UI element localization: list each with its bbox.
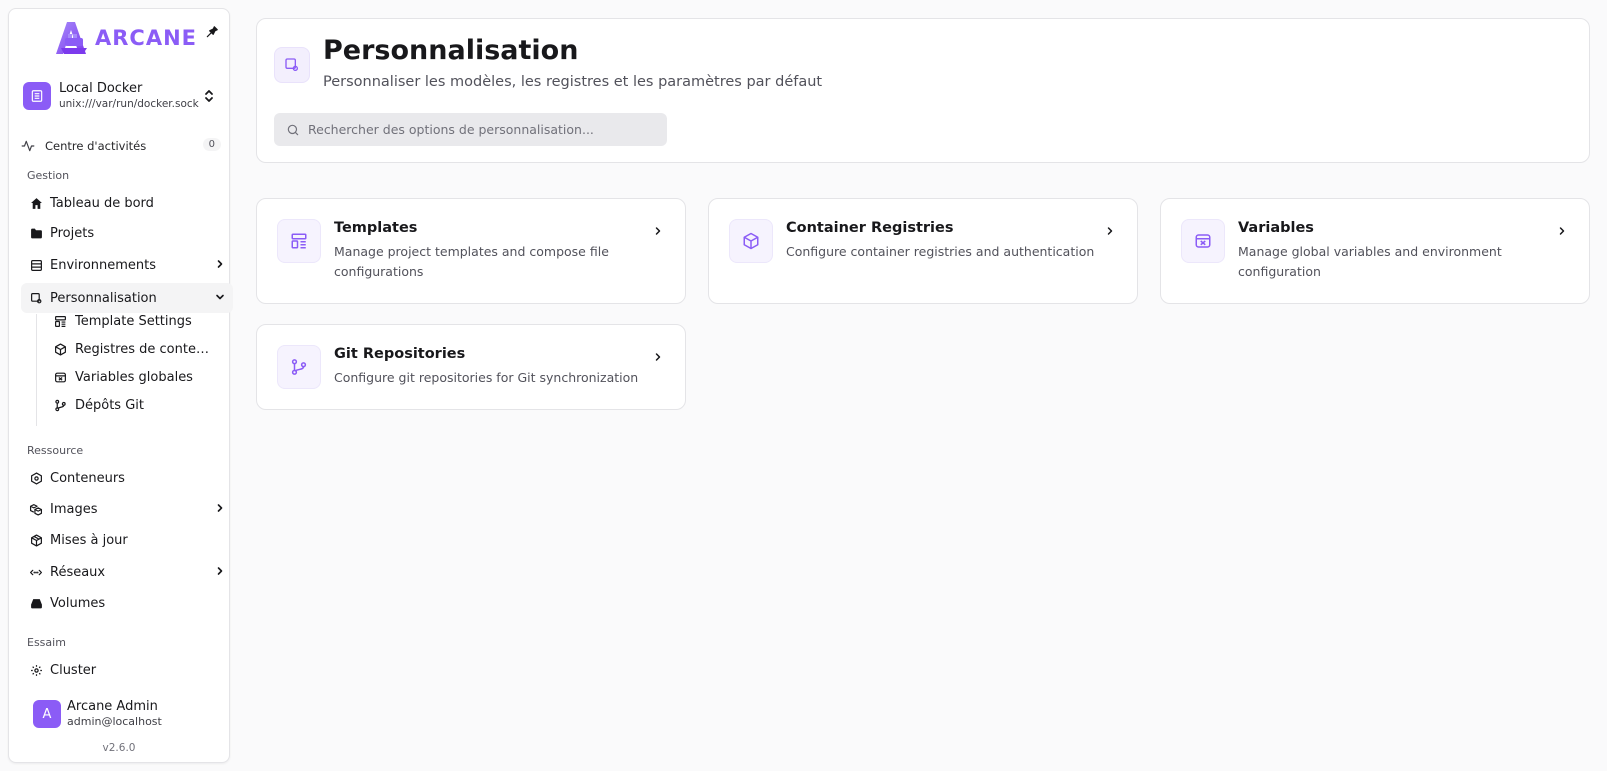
- section-label-gestion: Gestion: [27, 169, 70, 182]
- activity-center[interactable]: Centre d'activités 0: [21, 133, 225, 159]
- arcane-logo-icon: [56, 22, 87, 54]
- drive-icon: [29, 596, 43, 610]
- sidebar-item-label: Réseaux: [50, 564, 106, 580]
- sidebar-subitem-git[interactable]: Dépôts Git: [45, 392, 231, 418]
- card-container-registries[interactable]: Container Registries Configure container…: [708, 198, 1138, 304]
- chevrons-up-down-icon: [203, 88, 215, 104]
- sidebar-item-dashboard[interactable]: Tableau de bord: [21, 188, 233, 218]
- sidebar-item-label: Mises à jour: [50, 532, 128, 548]
- chevron-right-icon: [215, 503, 225, 513]
- activity-count-badge: 0: [202, 138, 221, 151]
- brand-name: ARCANE: [95, 26, 198, 50]
- page-title: Personnalisation: [323, 35, 579, 66]
- sidebar-item-label: Environnements: [50, 257, 157, 273]
- sidebar-item-projects[interactable]: Projets: [21, 218, 233, 248]
- sidebar-item-containers[interactable]: Conteneurs: [21, 463, 233, 493]
- card-title: Variables: [1238, 220, 1314, 236]
- sidebar-item-updates[interactable]: Mises à jour: [21, 525, 233, 555]
- chevron-right-icon: [653, 226, 663, 236]
- search-box[interactable]: [274, 113, 667, 146]
- sidebar-subitem-variables[interactable]: Variables globales: [45, 364, 231, 390]
- activity-label: Centre d'activités: [45, 139, 147, 153]
- chevron-right-icon: [215, 259, 225, 269]
- card-description: Configure git repositories for Git synch…: [334, 370, 639, 385]
- chevron-right-icon: [215, 566, 225, 576]
- sidebar-item-volumes[interactable]: Volumes: [21, 588, 233, 618]
- sidebar-subitem-template-settings[interactable]: Template Settings: [45, 308, 231, 334]
- sidebar-item-label: Cluster: [50, 662, 97, 678]
- folder-icon: [29, 226, 43, 240]
- sidebar: ARCANE Local Docker unix:///var/run/dock…: [8, 8, 233, 763]
- logo-row: ARCANE: [9, 21, 229, 61]
- pin-icon[interactable]: [205, 25, 219, 39]
- sidebar-subitem-label: Dépôts Git: [75, 397, 144, 413]
- sidebar-item-label: Volumes: [50, 595, 106, 611]
- section-label-ressource: Ressource: [27, 444, 84, 457]
- sidebar-item-label: Personnalisation: [50, 290, 157, 306]
- card-description: Manage global variables and environment …: [1238, 244, 1502, 279]
- user-email: admin@localhost: [67, 715, 162, 728]
- template-icon: [277, 219, 321, 263]
- sidebar-item-environments[interactable]: Environnements: [21, 250, 233, 280]
- card-description: Configure container registries and authe…: [786, 244, 1095, 259]
- network-icon: [29, 565, 43, 579]
- search-icon: [286, 123, 300, 137]
- customize-icon: [274, 47, 310, 83]
- chevron-down-icon: [215, 292, 225, 302]
- page-subtitle: Personnaliser les modèles, les registres…: [323, 74, 823, 90]
- images-icon: [29, 502, 43, 516]
- sidebar-subitem-label: Variables globales: [75, 369, 193, 385]
- environment-socket: unix:///var/run/docker.sock: [59, 98, 199, 110]
- sidebar-item-images[interactable]: Images: [21, 494, 233, 524]
- sidebar-item-networks[interactable]: Réseaux: [21, 557, 233, 587]
- git-icon: [277, 345, 321, 389]
- variables-icon: [53, 370, 67, 384]
- chevron-right-icon: [1557, 226, 1567, 236]
- package-icon: [29, 533, 43, 547]
- sidebar-item-label: Conteneurs: [50, 470, 125, 486]
- card-title: Templates: [334, 220, 418, 236]
- avatar: A: [33, 700, 61, 728]
- environment-name: Local Docker: [59, 81, 143, 96]
- sidebar-item-label: Tableau de bord: [50, 195, 154, 211]
- sidebar-item-label: Images: [50, 501, 98, 517]
- server-icon: [23, 82, 51, 110]
- arcane-logo[interactable]: ARCANE: [53, 21, 197, 55]
- registry-icon: [729, 219, 773, 263]
- card-git-repositories[interactable]: Git Repositories Configure git repositor…: [256, 324, 686, 410]
- template-icon: [53, 314, 67, 328]
- variables-icon: [1181, 219, 1225, 263]
- user-menu[interactable]: A Arcane Admin admin@localhost: [33, 699, 162, 729]
- page-header-card: Personnalisation Personnaliser les modèl…: [256, 18, 1590, 163]
- card-templates[interactable]: Templates Manage project templates and c…: [256, 198, 686, 304]
- cluster-icon: [29, 663, 43, 677]
- card-title: Container Registries: [786, 220, 954, 236]
- git-icon: [53, 398, 67, 412]
- chevron-right-icon: [1105, 226, 1115, 236]
- chevron-right-icon: [653, 352, 663, 362]
- home-icon: [29, 196, 43, 210]
- environment-switcher[interactable]: Local Docker unix:///var/run/docker.sock: [17, 75, 223, 117]
- sidebar-subitem-label: Registres de conteneurs: [75, 341, 215, 357]
- card-description: Manage project templates and compose fil…: [334, 244, 609, 279]
- card-variables[interactable]: Variables Manage global variables and en…: [1160, 198, 1590, 304]
- app-version: v2.6.0: [102, 742, 136, 754]
- card-title: Git Repositories: [334, 346, 466, 362]
- sidebar-subitem-label: Template Settings: [75, 313, 192, 329]
- section-label-essaim: Essaim: [27, 636, 66, 649]
- sidebar-item-label: Projets: [50, 225, 95, 241]
- registry-icon: [53, 342, 67, 356]
- user-name: Arcane Admin: [67, 699, 158, 714]
- sidebar-item-cluster[interactable]: Cluster: [21, 655, 233, 685]
- server-icon: [29, 258, 43, 272]
- customize-icon: [29, 291, 43, 305]
- submenu-guide-line: [36, 314, 37, 426]
- sidebar-subitem-registries[interactable]: Registres de conteneurs: [45, 336, 231, 362]
- search-input[interactable]: [308, 122, 648, 137]
- activity-icon: [21, 139, 35, 153]
- container-icon: [29, 471, 43, 485]
